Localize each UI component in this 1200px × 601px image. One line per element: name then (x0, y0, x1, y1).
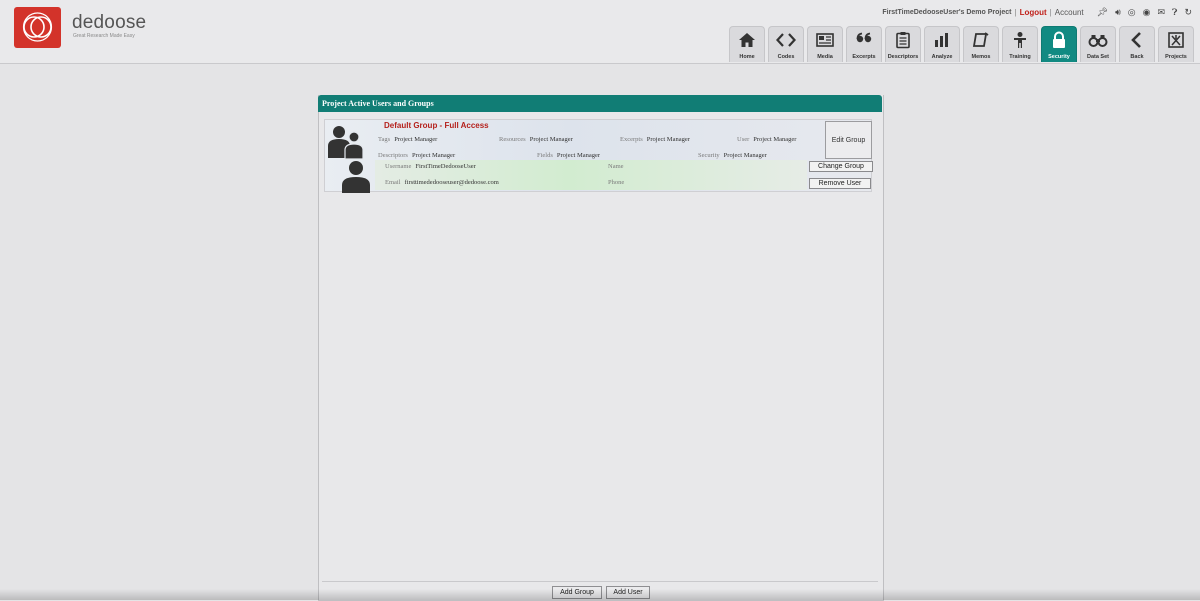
toolbar-label: Back (1130, 54, 1144, 60)
username-field: Username FirstTimeDedooseUser (385, 163, 476, 170)
toolbar-data-set[interactable]: Data Set (1080, 26, 1116, 62)
quote-icon (856, 32, 872, 43)
brand-tagline: Great Research Made Easy (73, 33, 135, 39)
edit-group-button[interactable]: Edit Group (825, 121, 872, 159)
brand-name: dedoose (72, 12, 147, 33)
group-avatar-icon (328, 126, 364, 160)
account-link[interactable]: Account (1055, 8, 1084, 17)
toolbar-label: Codes (777, 54, 795, 60)
toolbar-label: Excerpts (852, 54, 876, 60)
perm-tags: Tags Project Manager (378, 136, 438, 143)
footer-divider (322, 581, 878, 582)
perm-user: User Project Manager (737, 136, 797, 143)
logout-link[interactable]: Logout (1020, 8, 1047, 17)
change-group-button[interactable]: Change Group (809, 161, 873, 172)
binoculars-icon (1088, 35, 1108, 47)
bar-chart-icon (935, 33, 948, 47)
toggle-icon[interactable]: ◉ (1143, 7, 1151, 17)
app-header: dedoose Great Research Made Easy FirstTi… (0, 0, 1200, 64)
top-icons: 📌︎ 🔊︎ ◎ ◉ ✉ ❓︎ ↻ (1090, 7, 1192, 17)
toolbar-codes[interactable]: Codes (768, 26, 804, 62)
toolbar-back[interactable]: Back (1119, 26, 1155, 62)
toolbar-label: Home (739, 54, 755, 60)
person-icon (1014, 32, 1026, 48)
toolbar-projects[interactable]: Projects (1158, 26, 1194, 62)
panel-title: Project Active Users and Groups (318, 95, 882, 112)
group-card: Default Group - Full Access Tags Project … (324, 119, 873, 193)
project-name[interactable]: FirstTimeDedooseUser's Demo Project (882, 9, 1011, 16)
group-title[interactable]: Default Group - Full Access (384, 121, 489, 130)
clipboard-icon (896, 32, 910, 49)
phone-field: Phone (608, 179, 625, 186)
code-icon (776, 33, 796, 47)
toolbar-media[interactable]: Media (807, 26, 843, 62)
projects-icon (1168, 32, 1184, 48)
toolbar-descriptors[interactable]: Descriptors (885, 26, 921, 62)
toolbar-label: Media (817, 54, 833, 60)
toolbar-home[interactable]: Home (729, 26, 765, 62)
add-user-button[interactable]: Add User (606, 586, 650, 599)
toolbar-label: Projects (1165, 54, 1187, 60)
logo-rings-icon (22, 12, 53, 42)
perm-fields: Fields Project Manager (537, 152, 601, 159)
perm-excerpts: Excerpts Project Manager (620, 136, 690, 143)
toolbar-excerpts[interactable]: Excerpts (846, 26, 882, 62)
toolbar-label: Memos (971, 54, 991, 60)
toolbar-training[interactable]: Training (1002, 26, 1038, 62)
perm-descriptors: Descriptors Project Manager (378, 152, 456, 159)
remove-user-button[interactable]: Remove User (809, 178, 871, 189)
email-field: Email firsttimededooseuser@dedoose.com (385, 179, 499, 186)
refresh-icon[interactable]: ↻ (1184, 7, 1192, 17)
users-groups-panel: Project Active Users and Groups Default … (318, 95, 884, 601)
home-icon (739, 33, 755, 47)
toolbar-label: Descriptors (887, 54, 919, 60)
name-field: Name (608, 163, 624, 170)
toolbar-security[interactable]: Security (1041, 26, 1077, 62)
add-group-button[interactable]: Add Group (552, 586, 602, 599)
toolbar-label: Training (1009, 54, 1031, 60)
help-icon[interactable]: ❓︎ (1172, 7, 1177, 17)
toolbar-label: Security (1048, 54, 1070, 60)
media-icon (816, 33, 834, 47)
perm-security: Security Project Manager (698, 152, 767, 159)
pin-icon[interactable]: 📌︎ (1097, 7, 1108, 17)
user-row: Username FirstTimeDedooseUser Email firstt… (375, 160, 807, 190)
main-toolbar: Home Codes Media Excerpts Descriptors An… (726, 26, 1194, 62)
toggle-icon[interactable]: ◎ (1128, 7, 1136, 17)
user-avatar-icon (342, 161, 370, 193)
top-links: FirstTimeDedooseUser's Demo Project | Lo… (882, 7, 1192, 17)
toolbar-label: Analyze (931, 54, 953, 60)
perm-resources: Resources Project Manager (499, 136, 573, 143)
toolbar-label: Data Set (1086, 54, 1109, 60)
dedoose-logo[interactable] (14, 7, 61, 48)
toolbar-analyze[interactable]: Analyze (924, 26, 960, 62)
memo-icon (972, 32, 989, 47)
mail-icon[interactable]: ✉ (1157, 7, 1165, 17)
toolbar-memos[interactable]: Memos (963, 26, 999, 62)
sound-icon[interactable]: 🔊︎ (1115, 7, 1121, 17)
lock-icon (1053, 31, 1065, 48)
chevron-left-icon (1131, 32, 1141, 48)
